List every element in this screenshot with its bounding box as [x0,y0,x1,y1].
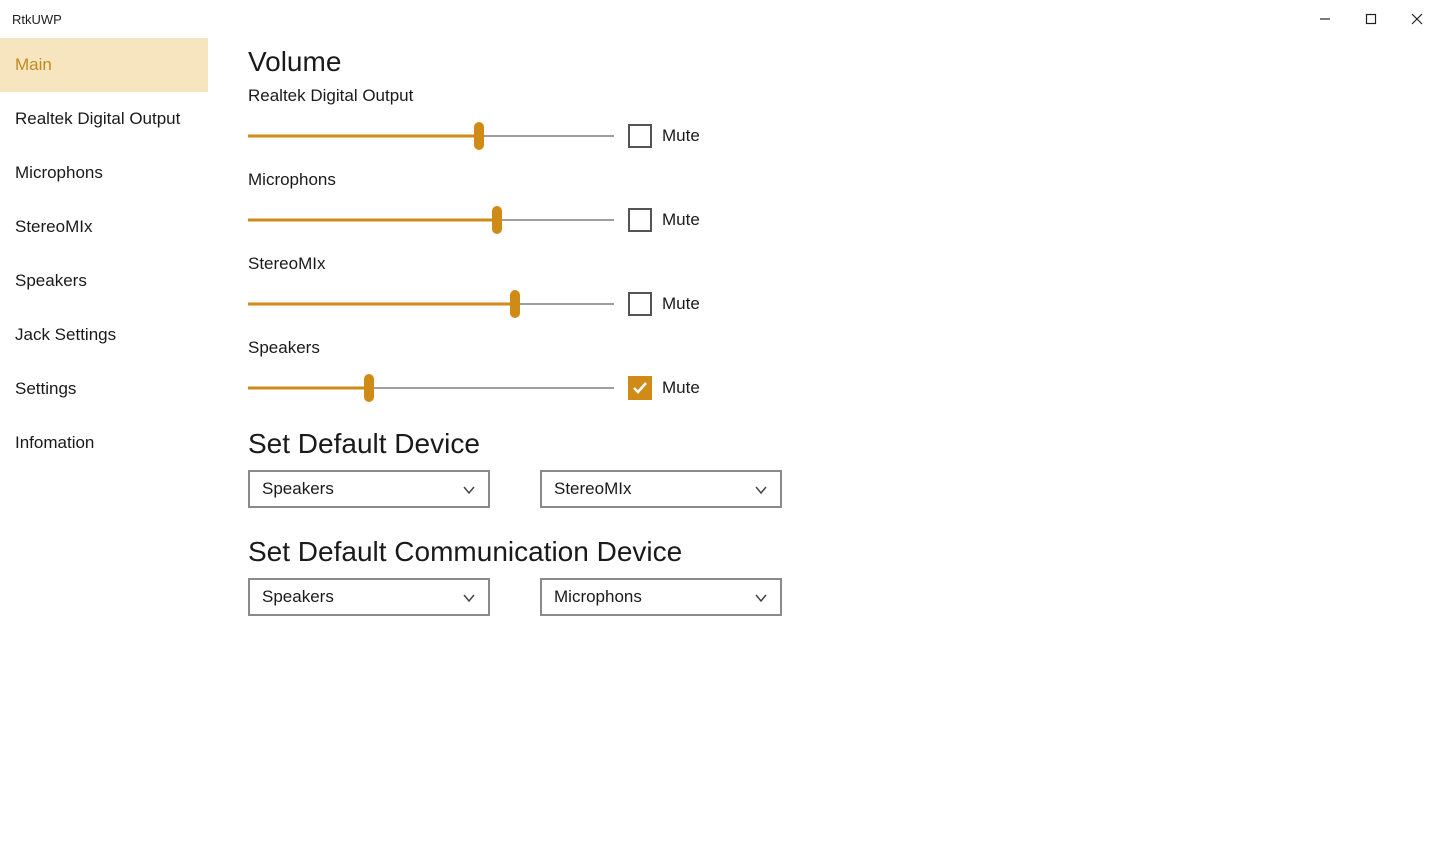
default-comm-device-heading: Set Default Communication Device [248,536,1440,568]
mute-checkbox-digital-output[interactable] [628,124,652,148]
sidebar-item-speakers[interactable]: Speakers [0,254,208,308]
mute-label: Mute [662,378,700,398]
device-label: StereoMIx [248,254,1440,274]
titlebar: RtkUWP [0,0,1440,38]
volume-heading: Volume [248,46,1440,78]
dropdown-value: Speakers [262,587,334,607]
volume-device-microphones: Microphons Mute [248,170,1440,232]
maximize-icon [1365,13,1377,25]
maximize-button[interactable] [1348,0,1394,38]
default-input-dropdown[interactable]: StereoMIx [540,470,782,508]
mute-label: Mute [662,126,700,146]
device-label: Speakers [248,338,1440,358]
default-comm-input-dropdown[interactable]: Microphons [540,578,782,616]
sidebar: Main Realtek Digital Output Microphons S… [0,38,208,862]
sidebar-item-microphones[interactable]: Microphons [0,146,208,200]
sidebar-item-stereomix[interactable]: StereoMIx [0,200,208,254]
chevron-down-icon [754,590,768,604]
default-output-dropdown[interactable]: Speakers [248,470,490,508]
device-label: Microphons [248,170,1440,190]
volume-device-digital-output: Realtek Digital Output Mute [248,86,1440,148]
volume-slider-microphones[interactable] [248,210,614,230]
dropdown-value: StereoMIx [554,479,631,499]
mute-checkbox-stereomix[interactable] [628,292,652,316]
volume-slider-digital-output[interactable] [248,126,614,146]
dropdown-value: Speakers [262,479,334,499]
mute-checkbox-speakers[interactable] [628,376,652,400]
chevron-down-icon [462,482,476,496]
dropdown-value: Microphons [554,587,642,607]
device-label: Realtek Digital Output [248,86,1440,106]
volume-slider-speakers[interactable] [248,378,614,398]
minimize-icon [1319,13,1331,25]
volume-slider-stereomix[interactable] [248,294,614,314]
sidebar-item-settings[interactable]: Settings [0,362,208,416]
mute-checkbox-microphones[interactable] [628,208,652,232]
volume-device-speakers: Speakers Mute [248,338,1440,400]
mute-label: Mute [662,294,700,314]
window-title: RtkUWP [12,12,62,27]
close-button[interactable] [1394,0,1440,38]
window-controls [1302,0,1440,38]
mute-label: Mute [662,210,700,230]
default-device-heading: Set Default Device [248,428,1440,460]
check-icon [632,380,648,396]
chevron-down-icon [754,482,768,496]
sidebar-item-main[interactable]: Main [0,38,208,92]
main-content: Volume Realtek Digital Output Mute [208,38,1440,862]
sidebar-item-information[interactable]: Infomation [0,416,208,470]
close-icon [1411,13,1423,25]
sidebar-item-jack-settings[interactable]: Jack Settings [0,308,208,362]
sidebar-item-digital-output[interactable]: Realtek Digital Output [0,92,208,146]
minimize-button[interactable] [1302,0,1348,38]
default-comm-output-dropdown[interactable]: Speakers [248,578,490,616]
volume-device-stereomix: StereoMIx Mute [248,254,1440,316]
chevron-down-icon [462,590,476,604]
